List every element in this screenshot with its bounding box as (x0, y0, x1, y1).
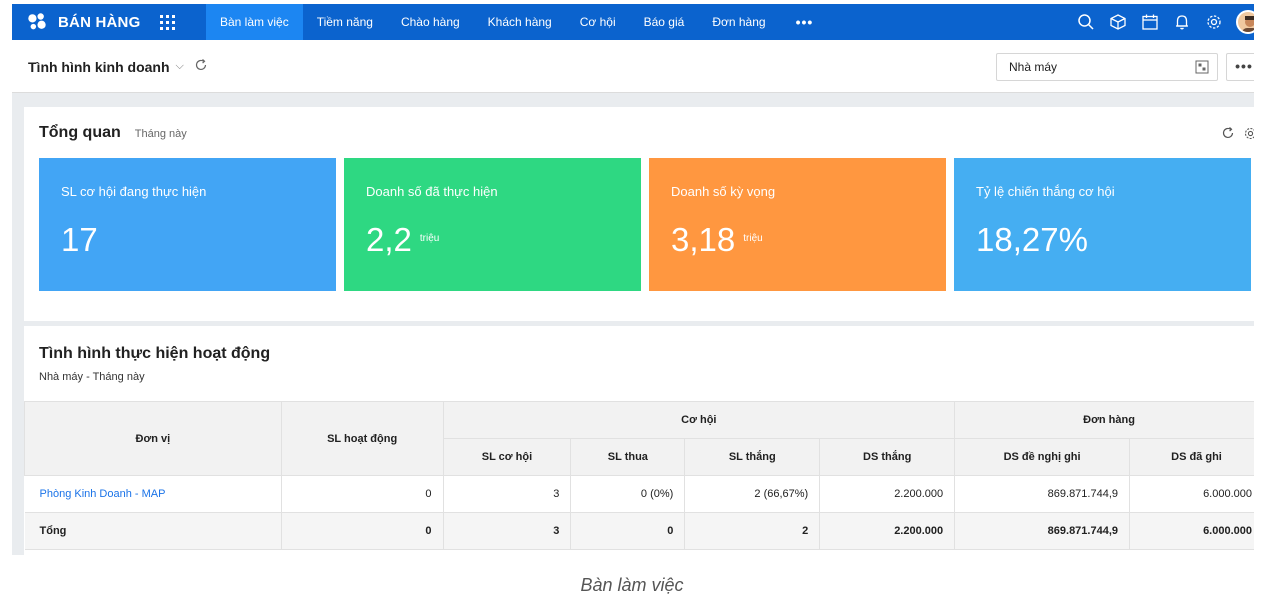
unit-filter-select[interactable]: Nhà máy (996, 53, 1218, 81)
overview-tools (1214, 125, 1254, 141)
table-cell: 2 (684, 512, 821, 550)
refresh-icon[interactable] (194, 58, 208, 75)
gear-icon[interactable] (1204, 12, 1224, 32)
col-header-unit[interactable]: Đơn vị (24, 401, 282, 476)
calendar-icon[interactable] (1140, 12, 1160, 32)
table-cell: 3 (443, 512, 572, 550)
settings-icon[interactable] (1242, 125, 1254, 141)
image-caption: Bàn làm việc (580, 575, 684, 595)
col-header-ds-de-nghi-ghi[interactable]: DS đề nghị ghi (954, 438, 1131, 476)
kpi-label: Doanh số đã thực hiện (366, 184, 498, 199)
kpi-value: 2,2 (366, 221, 412, 258)
kpi-value: 3,18 (671, 221, 736, 258)
table-cell: 0 (0%) (570, 475, 686, 513)
top-nav-bar: BÁN HÀNG Bàn làm việc Tiềm năng Chào hàn… (12, 4, 1254, 40)
col-header-ds-thang[interactable]: DS thắng (819, 438, 956, 476)
overview-card: Tổng quan Tháng này SL cơ hội đang thực … (24, 107, 1254, 321)
kpi-unit: triệu (743, 233, 763, 244)
table-row: Phòng Kinh Doanh - MAP 0 3 0 (0%) 2 (66,… (24, 475, 1254, 513)
col-header-ds-da-ghi[interactable]: DS đã ghi (1129, 438, 1254, 476)
tab-khach-hang[interactable]: Khách hàng (474, 4, 566, 40)
table-cell: 2.200.000 (819, 512, 956, 550)
dashboard-title[interactable]: Tình hình kinh doanh ⌵ (28, 58, 208, 75)
org-tree-icon[interactable] (1195, 60, 1209, 74)
tab-don-hang[interactable]: Đơn hàng (698, 4, 779, 40)
header-more-button[interactable]: ••• (1226, 53, 1254, 81)
overview-title: Tổng quan (39, 124, 121, 141)
table-cell: 869.871.744,9 (954, 512, 1131, 550)
search-icon[interactable] (1076, 12, 1096, 32)
col-group-order: Đơn hàng (954, 401, 1254, 439)
box-icon[interactable] (1108, 12, 1128, 32)
tab-tiem-nang[interactable]: Tiềm năng (303, 4, 387, 40)
tab-co-hoi[interactable]: Cơ hội (566, 4, 630, 40)
kpi-tile-opportunities[interactable]: SL cơ hội đang thực hiện 17 (39, 158, 336, 291)
refresh-icon[interactable] (1220, 125, 1236, 141)
app-logo-icon (28, 13, 46, 30)
table-cell: 869.871.744,9 (954, 475, 1131, 513)
activity-table: Đơn vị SL hoạt động Cơ hội Đơn hàng SL c… (24, 401, 1254, 550)
tab-chao-hang[interactable]: Chào hàng (387, 4, 474, 40)
main-tabs: Bàn làm việc Tiềm năng Chào hàng Khách h… (206, 4, 829, 40)
table-cell: 2 (66,67%) (684, 475, 821, 513)
unit-link[interactable]: Phòng Kinh Doanh - MAP (24, 475, 282, 513)
table-cell: 6.000.000 (1129, 475, 1254, 513)
col-header-sl-co-hoi[interactable]: SL cơ hội (442, 438, 572, 476)
table-cell: 2.200.000 (819, 475, 956, 513)
kpi-value: 18,27% (976, 221, 1088, 258)
kpi-unit: triệu (419, 233, 440, 244)
col-group-opportunity: Cơ hội (442, 401, 956, 439)
tab-bao-gia[interactable]: Báo giá (630, 4, 699, 40)
app-window: BÁN HÀNG Bàn làm việc Tiềm năng Chào hàn… (12, 4, 1254, 555)
col-header-sl-thua[interactable]: SL thua (570, 438, 686, 476)
dashboard-title-text: Tình hình kinh doanh (28, 58, 170, 75)
table-cell: 0 (281, 512, 444, 550)
kpi-label: Tỷ lệ chiến thắng cơ hội (976, 184, 1115, 199)
table-row-total: Tổng 0 3 0 2 2.200.000 869.871.744,9 6.0… (24, 512, 1254, 550)
col-header-activities[interactable]: SL hoạt động (280, 401, 444, 476)
tab-ban-lam-viec[interactable]: Bàn làm việc (206, 4, 303, 40)
more-tabs-button[interactable]: ••• (780, 4, 830, 40)
kpi-tile-expected-sales[interactable]: Doanh số kỳ vọng 3,18 triệu (649, 158, 946, 291)
col-header-sl-thang[interactable]: SL thắng (684, 438, 821, 476)
table-cell: 3 (443, 475, 572, 513)
activity-subtitle: Nhà máy - Tháng này (39, 371, 145, 383)
activity-card: Tình hình thực hiện hoạt động Nhà máy - … (24, 326, 1254, 555)
overview-period: Tháng này (134, 128, 187, 140)
kpi-tile-realized-sales[interactable]: Doanh số đã thực hiện 2,2 triệu (344, 158, 641, 291)
overview-header: Tổng quan Tháng này (39, 124, 187, 142)
avatar[interactable] (1236, 10, 1254, 34)
bell-icon[interactable] (1172, 12, 1192, 32)
chevron-down-icon[interactable]: ⌵ (176, 60, 184, 73)
activity-title: Tình hình thực hiện hoạt động (39, 345, 271, 362)
total-label: Tổng (24, 512, 282, 550)
top-icons (1064, 4, 1254, 40)
kpi-tile-win-rate[interactable]: Tỷ lệ chiến thắng cơ hội 18,27% (954, 158, 1251, 291)
table-cell: 6.000.000 (1129, 512, 1254, 550)
app-grid-icon[interactable] (160, 14, 176, 30)
unit-filter-value: Nhà máy (1009, 60, 1058, 74)
table-cell: 0 (570, 512, 686, 550)
kpi-label: Doanh số kỳ vọng (671, 184, 776, 199)
kpi-label: SL cơ hội đang thực hiện (61, 184, 207, 199)
table-cell: 0 (281, 475, 444, 513)
kpi-value: 17 (61, 221, 98, 258)
brand[interactable]: BÁN HÀNG (12, 4, 206, 40)
app-name: BÁN HÀNG (58, 13, 141, 31)
dashboard-header: Tình hình kinh doanh ⌵ Nhà máy ••• (12, 40, 1254, 93)
